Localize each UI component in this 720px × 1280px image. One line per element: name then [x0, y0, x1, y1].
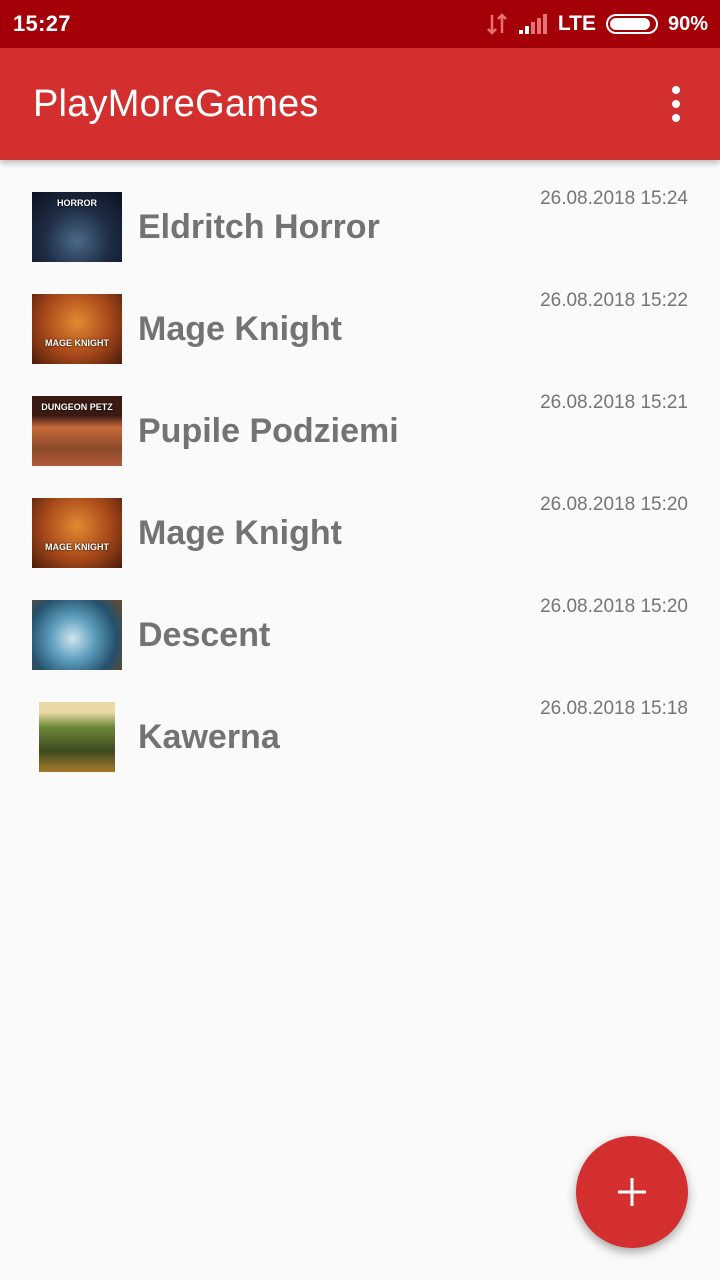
game-date: 26.08.2018 15:20	[540, 494, 688, 515]
data-transfer-icon	[486, 13, 507, 35]
game-name: Pupile Podziemi	[138, 412, 399, 450]
app-bar: PlayMoreGames	[0, 48, 720, 160]
add-game-button[interactable]	[576, 1136, 688, 1248]
list-item[interactable]: HORROR Eldritch Horror 26.08.2018 15:24	[0, 188, 720, 294]
battery-percent: 90%	[667, 12, 708, 35]
list-item[interactable]: MAGE KNIGHT Mage Knight 26.08.2018 15:20	[0, 494, 720, 600]
status-time: 15:27	[13, 11, 71, 36]
status-icons: LTE 90%	[486, 12, 708, 36]
game-date: 26.08.2018 15:18	[540, 698, 688, 719]
thumbnail-label: HORROR	[57, 198, 97, 208]
signal-icon	[518, 14, 547, 34]
thumbnail-label: MAGE KNIGHT	[45, 542, 109, 552]
thumbnail-label: MAGE KNIGHT	[45, 338, 109, 348]
thumbnail-label: DUNGEON PETZ	[41, 402, 113, 412]
game-date: 26.08.2018 15:22	[540, 290, 688, 311]
overflow-dot-icon	[672, 86, 680, 94]
status-bar: 15:27 LTE 90%	[0, 0, 720, 48]
game-thumbnail	[32, 702, 122, 772]
game-name: Mage Knight	[138, 514, 342, 552]
list-item[interactable]: Kawerna 26.08.2018 15:18	[0, 698, 720, 804]
overflow-dot-icon	[672, 100, 680, 108]
battery-icon	[605, 14, 658, 34]
game-name: Eldritch Horror	[138, 208, 380, 246]
game-thumbnail: DUNGEON PETZ	[32, 396, 122, 466]
list-item[interactable]: Descent 26.08.2018 15:20	[0, 596, 720, 702]
game-date: 26.08.2018 15:20	[540, 596, 688, 617]
game-thumbnail: HORROR	[32, 192, 122, 262]
battery-level-fill	[609, 18, 650, 30]
game-list: HORROR Eldritch Horror 26.08.2018 15:24 …	[0, 160, 720, 804]
game-name: Mage Knight	[138, 310, 342, 348]
app-title: PlayMoreGames	[33, 82, 319, 125]
game-name: Kawerna	[138, 718, 280, 756]
game-thumbnail	[32, 600, 122, 670]
list-item[interactable]: DUNGEON PETZ Pupile Podziemi 26.08.2018 …	[0, 392, 720, 498]
plus-icon	[618, 1178, 646, 1206]
overflow-menu-button[interactable]	[656, 76, 696, 132]
game-thumbnail: MAGE KNIGHT	[32, 294, 122, 364]
game-date: 26.08.2018 15:24	[540, 188, 688, 209]
game-thumbnail: MAGE KNIGHT	[32, 498, 122, 568]
game-name: Descent	[138, 616, 271, 654]
network-type: LTE	[557, 12, 596, 35]
list-item[interactable]: MAGE KNIGHT Mage Knight 26.08.2018 15:22	[0, 290, 720, 396]
game-date: 26.08.2018 15:21	[540, 392, 688, 413]
overflow-dot-icon	[672, 114, 680, 122]
